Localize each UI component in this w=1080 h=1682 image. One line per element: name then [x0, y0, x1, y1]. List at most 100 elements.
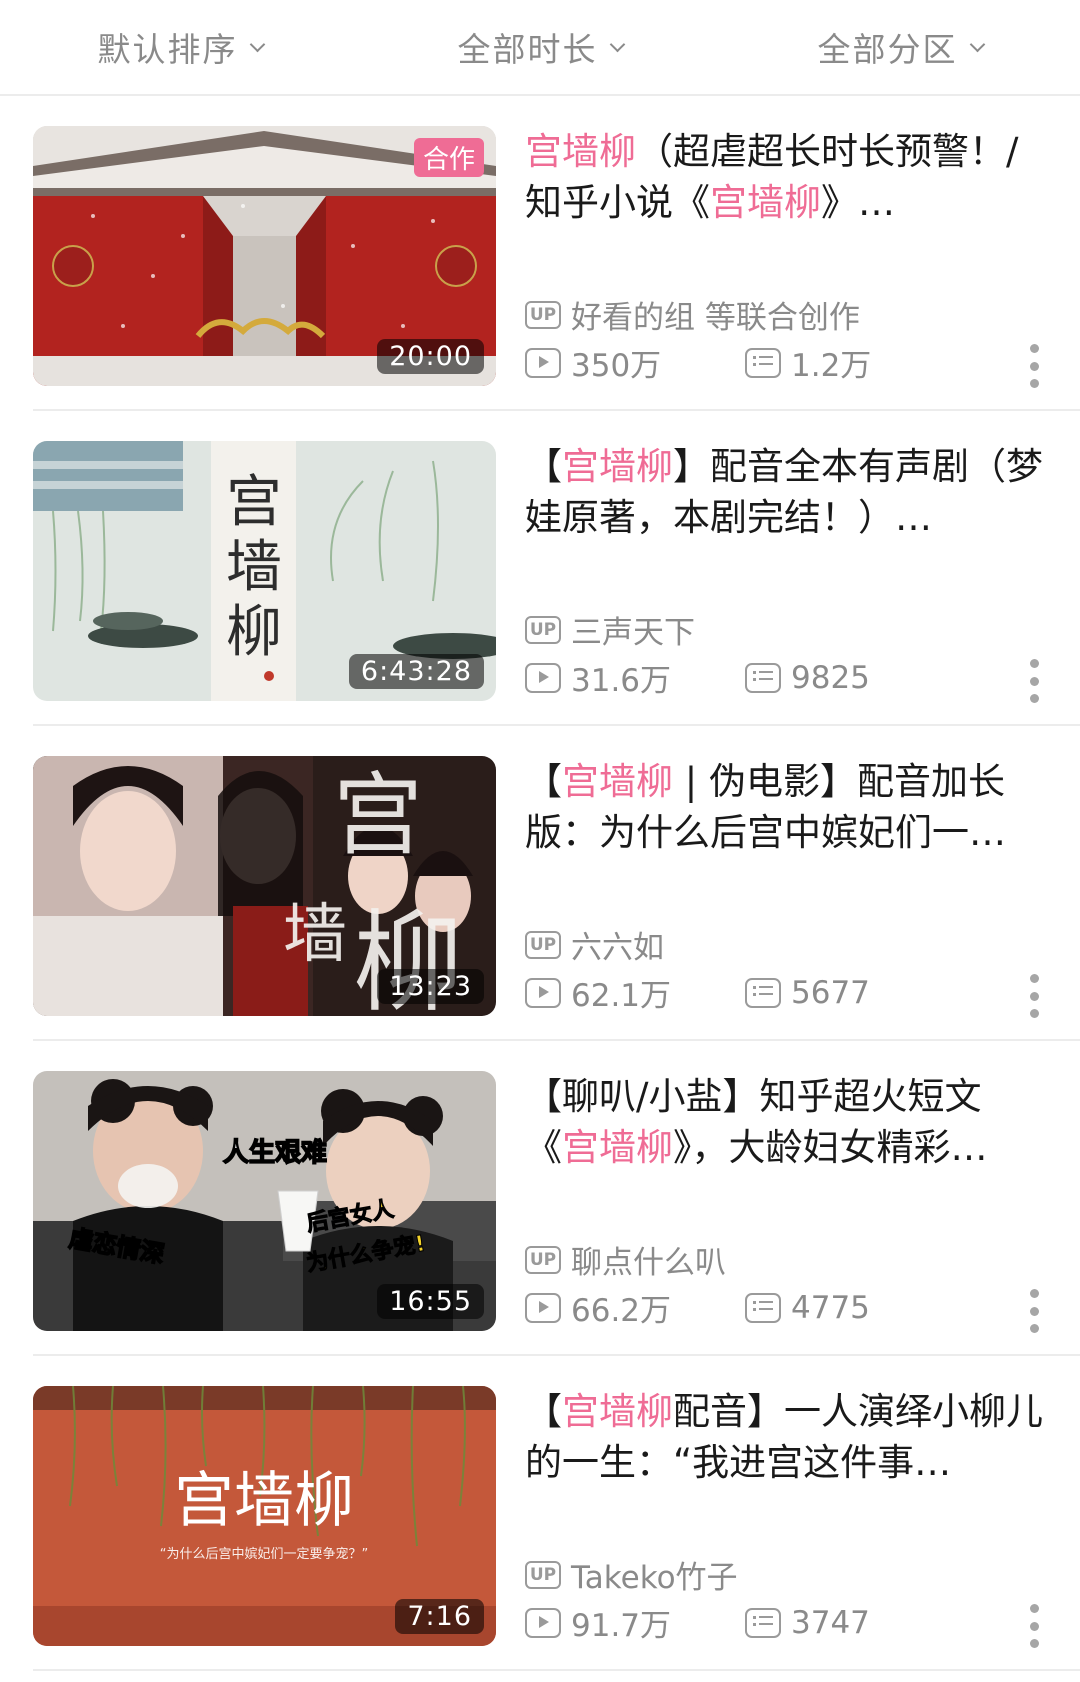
play-count-icon — [525, 662, 561, 693]
video-item[interactable]: 宫 墙 柳 6:43:28 【宫墙柳】配音全本有声剧（梦娃原著，本剧完结！）… … — [0, 411, 1080, 726]
danmaku-count: 3747 — [745, 1605, 870, 1641]
svg-text:宫墙柳: 宫墙柳 — [174, 1466, 354, 1536]
view-count-value: 350万 — [571, 348, 662, 384]
play-count-icon — [525, 977, 561, 1008]
video-stats: 62.1万 5677 — [525, 970, 870, 1015]
svg-text:柳: 柳 — [226, 600, 282, 665]
danmaku-count-value: 4775 — [791, 1289, 870, 1326]
title-keyword: 宫墙柳 — [710, 181, 821, 224]
title-keyword: 宫墙柳 — [562, 445, 673, 488]
video-thumbnail[interactable]: 宫 墙 柳 6:43:28 — [33, 441, 496, 701]
filter-category[interactable]: 全部分区 — [720, 0, 1080, 94]
danmaku-count: 1.2万 — [745, 340, 871, 385]
view-count: 31.6万 — [525, 655, 745, 700]
video-title[interactable]: 【宫墙柳】配音全本有声剧（梦娃原著，本剧完结！）… — [525, 441, 1045, 543]
title-text: 》… — [821, 181, 895, 224]
up-badge-icon: UP — [525, 930, 561, 959]
view-count: 91.7万 — [525, 1600, 745, 1645]
video-duration: 20:00 — [377, 339, 484, 374]
danmaku-count-icon — [745, 662, 781, 693]
title-keyword: 宫墙柳 — [562, 760, 673, 803]
uploader-name: 聊点什么叭 — [571, 1245, 726, 1281]
play-count-icon — [525, 1607, 561, 1638]
play-count-icon — [525, 1292, 561, 1323]
filter-category-label: 全部分区 — [817, 30, 958, 69]
view-count-value: 91.7万 — [571, 1608, 672, 1644]
video-stats: 66.2万 4775 — [525, 1285, 870, 1330]
video-title[interactable]: 【聊叭/小盐】知乎超火短文《宫墙柳》，大龄妇女精彩… — [525, 1071, 1045, 1173]
svg-text:宫: 宫 — [333, 763, 423, 868]
divider — [33, 1669, 1080, 1671]
view-count: 350万 — [525, 340, 745, 385]
title-text: 》，大龄妇女精彩… — [673, 1126, 988, 1169]
view-count-value: 62.1万 — [571, 978, 672, 1014]
up-badge-icon: UP — [525, 1560, 561, 1589]
video-title[interactable]: 【宫墙柳 | 伪电影】配音加长版：为什么后宫中嫔妃们一… — [525, 756, 1045, 858]
uploader[interactable]: UP 六六如 — [525, 922, 664, 967]
uploader-name: 好看的组 等联合创作 — [571, 300, 860, 336]
collab-badge: 合作 — [413, 138, 484, 177]
svg-text:墙: 墙 — [226, 535, 282, 600]
title-text: 【 — [525, 760, 562, 803]
more-vertical-icon[interactable] — [1028, 344, 1040, 388]
more-vertical-icon[interactable] — [1028, 1289, 1040, 1333]
title-text: 【 — [525, 445, 562, 488]
view-count: 62.1万 — [525, 970, 745, 1015]
danmaku-count: 4775 — [745, 1290, 870, 1326]
chevron-down-icon — [609, 36, 625, 52]
video-stats: 350万 1.2万 — [525, 340, 871, 385]
video-item[interactable]: 宫墙柳 “为什么后宫中嫔妃们一定要争宠？” 7:16 【宫墙柳配音】一人演绎小柳… — [0, 1356, 1080, 1671]
video-duration: 6:43:28 — [348, 654, 484, 689]
more-vertical-icon[interactable] — [1028, 1604, 1040, 1648]
danmaku-count-icon — [745, 347, 781, 378]
svg-text:“为什么后宫中嫔妃们一定要争宠？”: “为什么后宫中嫔妃们一定要争宠？” — [160, 1546, 368, 1562]
danmaku-count-value: 9825 — [791, 659, 870, 696]
filter-sort[interactable]: 默认排序 — [0, 0, 360, 94]
uploader[interactable]: UP 三声天下 — [525, 607, 695, 652]
video-duration: 7:16 — [395, 1599, 484, 1634]
danmaku-count-value: 3747 — [791, 1604, 870, 1641]
title-keyword: 宫墙柳 — [525, 130, 636, 173]
video-item[interactable]: 宫 墙 柳 13:23 【宫墙柳 | 伪电影】配音加长版：为什么后宫中嫔妃们一…… — [0, 726, 1080, 1041]
chevron-down-icon — [249, 36, 265, 52]
uploader-name: Takeko竹子 — [571, 1560, 738, 1596]
svg-text:宫: 宫 — [226, 470, 282, 535]
uploader-name: 三声天下 — [571, 615, 695, 651]
svg-text:墙: 墙 — [283, 898, 347, 972]
more-vertical-icon[interactable] — [1028, 974, 1040, 1018]
danmaku-count-icon — [745, 1292, 781, 1323]
video-item[interactable]: 人生艰难 虐恋情深 后宫女人 为什么争宠! 16:55 【聊叭/小盐】知乎超火短… — [0, 1041, 1080, 1356]
more-vertical-icon[interactable] — [1028, 659, 1040, 703]
danmaku-count-value: 1.2万 — [791, 348, 872, 384]
video-list: 合作 20:00 宫墙柳（超虐超长时长预警！/知乎小说《宫墙柳》… UP 好看的… — [0, 96, 1080, 1671]
uploader-name: 六六如 — [571, 930, 664, 966]
video-thumbnail[interactable]: 宫墙柳 “为什么后宫中嫔妃们一定要争宠？” 7:16 — [33, 1386, 496, 1646]
uploader[interactable]: UP 聊点什么叭 — [525, 1237, 726, 1282]
title-keyword: 宫墙柳 — [562, 1126, 673, 1169]
video-item[interactable]: 合作 20:00 宫墙柳（超虐超长时长预警！/知乎小说《宫墙柳》… UP 好看的… — [0, 96, 1080, 411]
title-keyword: 宫墙柳 — [562, 1390, 673, 1433]
filter-sort-label: 默认排序 — [97, 30, 238, 69]
video-stats: 91.7万 3747 — [525, 1600, 870, 1645]
danmaku-count-value: 5677 — [791, 974, 870, 1011]
uploader[interactable]: UP 好看的组 等联合创作 — [525, 292, 860, 337]
video-duration: 16:55 — [377, 1284, 484, 1319]
danmaku-count: 5677 — [745, 975, 870, 1011]
title-text: 【 — [525, 1390, 562, 1433]
chevron-down-icon — [969, 36, 985, 52]
danmaku-count-icon — [745, 977, 781, 1008]
filter-bar: 默认排序 全部时长 全部分区 — [0, 0, 1080, 96]
video-title[interactable]: 宫墙柳（超虐超长时长预警！/知乎小说《宫墙柳》… — [525, 126, 1045, 228]
svg-text:人生艰难: 人生艰难 — [223, 1138, 327, 1168]
video-thumbnail[interactable]: 合作 20:00 — [33, 126, 496, 386]
video-title[interactable]: 【宫墙柳配音】一人演绎小柳儿的一生：“我进宫这件事… — [525, 1386, 1045, 1488]
view-count-value: 66.2万 — [571, 1293, 672, 1329]
up-badge-icon: UP — [525, 1245, 561, 1274]
up-badge-icon: UP — [525, 615, 561, 644]
uploader[interactable]: UP Takeko竹子 — [525, 1552, 738, 1597]
video-stats: 31.6万 9825 — [525, 655, 870, 700]
video-thumbnail[interactable]: 宫 墙 柳 13:23 — [33, 756, 496, 1016]
video-duration: 13:23 — [377, 969, 484, 1004]
video-thumbnail[interactable]: 人生艰难 虐恋情深 后宫女人 为什么争宠! 16:55 — [33, 1071, 496, 1331]
filter-duration[interactable]: 全部时长 — [360, 0, 720, 94]
